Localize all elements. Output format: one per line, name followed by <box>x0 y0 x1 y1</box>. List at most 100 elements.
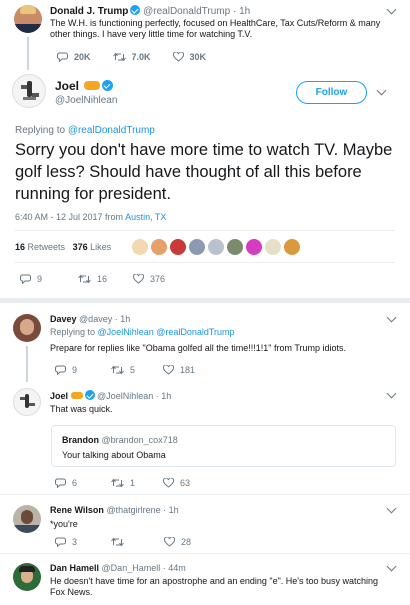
retweet-button[interactable] <box>111 537 130 547</box>
rene-name[interactable]: Rene Wilson <box>50 505 104 515</box>
heart-icon <box>163 365 175 375</box>
joel-reply-text: That was quick. <box>50 404 113 414</box>
joel-name[interactable]: Joel <box>50 391 68 401</box>
trump-time[interactable]: 1h <box>239 6 250 17</box>
section-gap <box>0 298 410 303</box>
chevron-down-icon[interactable] <box>386 388 397 399</box>
reply-icon <box>55 537 66 547</box>
dan-handle[interactable]: @Dan_Hamell <box>102 563 161 573</box>
liker-avatar[interactable] <box>208 239 224 255</box>
retweet-icon <box>111 365 124 375</box>
retweet-button[interactable]: 7.0K <box>112 52 151 62</box>
davey-name[interactable]: Davey <box>50 314 77 324</box>
chevron-down-icon[interactable] <box>386 312 397 323</box>
heart-icon <box>163 478 175 488</box>
trump-avatar[interactable] <box>14 5 42 33</box>
trump-name[interactable]: Donald J. Trump <box>50 6 128 17</box>
chevron-down-icon[interactable] <box>386 561 397 572</box>
like-button[interactable]: 63 <box>163 478 190 488</box>
liker-avatar[interactable] <box>151 239 167 255</box>
joel-name[interactable]: Joel <box>55 79 79 93</box>
rene-header: Rene Wilson @thatgirlrene · 1h <box>50 505 179 515</box>
joel-handle[interactable]: @JoelNihlean <box>97 391 153 401</box>
quoted-tweet[interactable]: Brandon @brandon_cox718 Your talking abo… <box>51 425 396 467</box>
chevron-down-icon[interactable] <box>376 85 387 96</box>
trump-actions: 20K 7.0K 30K <box>57 52 228 62</box>
reply-button[interactable]: 20K <box>57 52 91 62</box>
verified-icon <box>84 390 95 400</box>
emoji-icon <box>70 392 83 399</box>
dan-avatar[interactable] <box>13 563 41 591</box>
reply-icon <box>57 52 68 62</box>
dan-name[interactable]: Dan Hamell <box>50 563 99 573</box>
reply-button[interactable]: 9 <box>55 365 77 375</box>
liker-avatar[interactable] <box>227 239 243 255</box>
joel-reply-header: Joel @JoelNihlean · 1h <box>50 390 172 401</box>
reply-icon <box>55 478 66 488</box>
like-button[interactable]: 28 <box>164 537 191 547</box>
location-link[interactable]: Austin, TX <box>125 212 166 222</box>
retweet-button[interactable]: 1 <box>111 478 135 488</box>
retweet-icon <box>78 274 91 284</box>
retweet-button[interactable]: 16 <box>78 274 107 284</box>
quote-text: Your talking about Obama <box>62 450 166 460</box>
follow-button[interactable]: Follow <box>296 81 367 104</box>
joel-avatar[interactable] <box>13 388 41 416</box>
like-button[interactable]: 181 <box>163 365 195 375</box>
liker-avatar[interactable] <box>265 239 281 255</box>
divider <box>0 494 410 495</box>
reply-button[interactable]: 9 <box>20 274 42 284</box>
main-tweet-text: Sorry you don't have more time to watch … <box>15 141 393 203</box>
trump-handle[interactable]: @realDonaldTrump <box>143 6 230 17</box>
joel-reply-actions: 6 1 63 <box>55 478 212 488</box>
trump-header: Donald J. Trump @realDonaldTrump · 1h <box>50 5 251 17</box>
divider <box>15 262 395 263</box>
trump-text: The W.H. is functioning perfectly, focus… <box>50 18 381 39</box>
chevron-down-icon[interactable] <box>386 4 397 15</box>
davey-actions: 9 5 181 <box>55 365 217 375</box>
divider <box>0 553 410 554</box>
verified-icon <box>102 80 114 91</box>
retweet-button[interactable]: 5 <box>111 365 135 375</box>
joel-avatar[interactable] <box>12 74 46 108</box>
reply-button[interactable]: 3 <box>55 537 77 547</box>
joel-handle[interactable]: @JoelNihlean <box>55 95 117 106</box>
rene-text: *you're <box>50 519 78 529</box>
mention-link[interactable]: @realDonaldTrump <box>68 125 155 136</box>
heart-icon <box>133 274 145 284</box>
rene-handle[interactable]: @thatgirlrene <box>106 505 160 515</box>
rene-actions: 3 28 <box>55 537 213 547</box>
like-button[interactable]: 30K <box>172 52 206 62</box>
reply-icon <box>55 365 66 375</box>
rene-avatar[interactable] <box>13 505 41 533</box>
liker-avatar[interactable] <box>189 239 205 255</box>
liker-avatar[interactable] <box>246 239 262 255</box>
retweet-icon <box>111 478 124 488</box>
davey-handle[interactable]: @davey <box>79 314 112 324</box>
chevron-down-icon[interactable] <box>386 503 397 514</box>
replying-to: Replying to @JoelNihlean @realDonaldTrum… <box>50 327 235 337</box>
replying-to: Replying to @realDonaldTrump <box>15 125 155 136</box>
tweet-timestamp: 6:40 AM - 12 Jul 2017 from Austin, TX <box>15 212 167 222</box>
retweet-icon <box>111 537 124 547</box>
retweet-icon <box>112 52 126 62</box>
heart-icon <box>172 52 184 62</box>
likes-stat[interactable]: 376 Likes <box>73 242 112 252</box>
davey-avatar[interactable] <box>13 314 41 342</box>
liker-avatar[interactable] <box>132 239 148 255</box>
retweets-stat[interactable]: 16 Retweets <box>15 242 65 252</box>
like-button[interactable]: 376 <box>133 274 165 284</box>
liker-avatar[interactable] <box>170 239 186 255</box>
thread-line <box>27 37 29 70</box>
mention-link[interactable]: @JoelNihlean @realDonaldTrump <box>98 327 235 337</box>
reply-icon <box>20 274 31 284</box>
joel-header: Joel <box>55 79 114 93</box>
dan-header: Dan Hamell @Dan_Hamell · 44m <box>50 563 186 573</box>
reply-button[interactable]: 6 <box>55 478 77 488</box>
emoji-icon <box>84 81 101 90</box>
liker-avatar[interactable] <box>284 239 300 255</box>
dan-text: He doesn't have time for an apostrophe a… <box>50 576 379 597</box>
davey-text: Prepare for replies like "Obama golfed a… <box>50 343 347 353</box>
verified-icon <box>130 5 141 15</box>
divider <box>15 230 395 231</box>
